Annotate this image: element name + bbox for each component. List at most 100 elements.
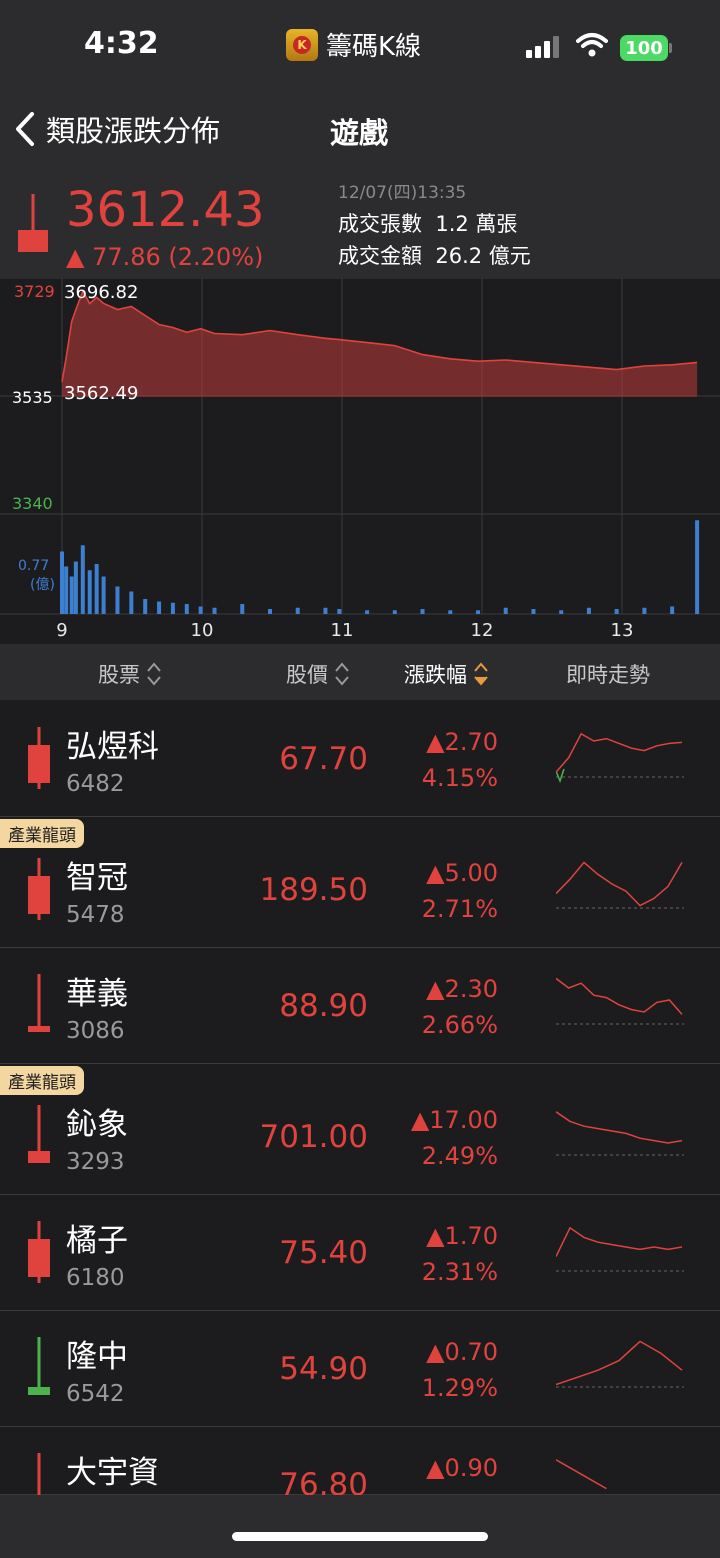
candle-icon <box>28 1105 50 1163</box>
trend-sparkline <box>556 1111 684 1156</box>
volume-bar <box>531 609 536 614</box>
back-button[interactable]: 類股漲跌分佈 <box>14 108 220 150</box>
trend-sparkline <box>556 977 684 1025</box>
stock-row[interactable]: 隆中 6542 54.90 ▲0.70 1.29% <box>0 1311 720 1427</box>
page-title: 遊戲 <box>330 116 389 150</box>
volume-bar <box>365 610 370 614</box>
stock-name: 弘煜科 <box>66 729 159 765</box>
volume-bar <box>184 604 189 614</box>
volume-bar <box>268 609 272 614</box>
stock-row[interactable]: 橘子 6180 75.40 ▲1.70 2.31% <box>0 1195 720 1311</box>
volume-bar <box>87 570 92 614</box>
y-label-high: 3729 <box>14 282 55 301</box>
status-time: 4:32 <box>84 26 159 61</box>
volume-bar <box>420 609 425 614</box>
volume-max-label: 0.77 <box>18 558 49 574</box>
volume-bar <box>64 566 69 614</box>
volume-value: 1.2 萬張 <box>435 212 518 236</box>
stock-price: 88.90 <box>279 988 368 1024</box>
stock-change-pct: 2.71% <box>421 895 498 923</box>
trend-sparkline <box>556 1226 684 1272</box>
sort-icon <box>335 662 349 686</box>
x-tick-label: 13 <box>611 620 634 641</box>
volume-bar <box>695 520 700 614</box>
status-bar: 4:32 K 籌碼K線 100 <box>0 0 720 90</box>
x-tick-label: 12 <box>471 620 494 641</box>
x-tick-label: 9 <box>56 620 67 641</box>
stock-change: ▲0.70 <box>426 1338 498 1366</box>
volume-bar <box>337 609 342 614</box>
stock-change-pct: 2.31% <box>421 1258 498 1286</box>
stock-table-header: 股票 股價 漲跌幅 即時走勢 <box>0 644 720 700</box>
stock-name: 橘子 <box>66 1223 128 1259</box>
stock-code: 3293 <box>66 1149 125 1175</box>
trend-sparkline <box>556 1340 684 1388</box>
stock-row[interactable]: 華義 3086 88.90 ▲2.30 2.66% <box>0 948 720 1064</box>
app-logo-icon: K <box>286 28 318 61</box>
stock-code: 3086 <box>66 1018 125 1044</box>
stock-change-pct: 2.49% <box>421 1142 498 1170</box>
stock-name: 智冠 <box>66 860 128 896</box>
volume-bar <box>448 610 453 614</box>
header-price[interactable]: 股價 <box>286 659 350 689</box>
stock-price: 701.00 <box>259 1119 368 1155</box>
header-stock[interactable]: 股票 <box>98 659 162 689</box>
stock-change: ▲2.30 <box>426 975 498 1003</box>
stock-change: ▲0.90 <box>426 1454 498 1482</box>
volume-bar <box>198 606 203 614</box>
volume-label: 成交張數 <box>338 212 422 236</box>
volume-bar <box>69 576 74 614</box>
back-label: 類股漲跌分佈 <box>46 114 221 148</box>
y-label-mid: 3535 <box>12 388 53 407</box>
industry-leader-badge: 產業龍頭 <box>0 819 84 848</box>
volume-bar <box>476 610 480 614</box>
stock-change-pct: 4.15% <box>421 764 498 792</box>
index-quote-panel: 3612.43 ▲ 77.86 (2.20%) 12/07(四)13:35 成交… <box>0 168 720 278</box>
sort-active-icon <box>474 662 488 686</box>
home-indicator[interactable] <box>232 1532 488 1541</box>
app-indicator: K 籌碼K線 <box>286 26 421 63</box>
stock-row[interactable]: 產業龍頭 鈊象 3293 701.00 ▲17.00 2.49% <box>0 1064 720 1195</box>
y-label-low: 3340 <box>12 494 53 513</box>
trend-sparkline <box>556 861 684 909</box>
amount-row: 成交金額 26.2 億元 <box>338 240 531 270</box>
stock-row[interactable]: 產業龍頭 智冠 5478 189.50 ▲5.00 2.71% <box>0 817 720 948</box>
intraday-chart[interactable]: 3729 3696.82 3535 3562.49 3340 0.77 (億) 9 10 11 12… <box>0 278 720 642</box>
sort-icon <box>147 662 161 686</box>
volume-bar <box>60 551 64 614</box>
stock-price: 54.90 <box>279 1351 368 1387</box>
index-candle-icon <box>18 194 48 252</box>
volume-bar <box>157 601 162 614</box>
candle-icon <box>28 974 50 1032</box>
navigation-bar: 類股漲跌分佈 遊戲 <box>0 90 720 168</box>
wifi-icon <box>576 33 608 57</box>
header-change-pct[interactable]: 漲跌幅 <box>404 659 489 689</box>
bottom-safe-area <box>0 1495 720 1558</box>
x-tick-label: 11 <box>331 620 354 641</box>
header-trend: 即時走勢 <box>566 663 650 687</box>
volume-unit-label: (億) <box>30 577 55 593</box>
price-high-label: 3696.82 <box>64 282 138 303</box>
stock-change: ▲17.00 <box>410 1106 498 1134</box>
volume-bar <box>642 607 647 614</box>
volume-bar <box>129 591 134 614</box>
volume-bar <box>240 604 245 614</box>
volume-bar <box>170 602 175 614</box>
battery-icon: 100 <box>620 35 668 61</box>
volume-bar <box>212 607 217 614</box>
stock-code: 5478 <box>66 902 125 928</box>
index-value: 3612.43 <box>66 182 265 238</box>
stock-row[interactable]: 弘煜科 6482 67.70 ▲2.70 4.15% <box>0 701 720 817</box>
stock-code: 6542 <box>66 1381 125 1407</box>
candle-icon <box>28 858 50 920</box>
stock-price: 67.70 <box>279 741 368 777</box>
stock-code: 6180 <box>66 1265 125 1291</box>
intraday-chart-svg: 3729 3696.82 3535 3562.49 3340 0.77 (億) 9 10 11 12… <box>0 278 720 641</box>
volume-bar <box>392 610 397 614</box>
battery-tip <box>669 43 672 53</box>
stock-change: ▲1.70 <box>426 1222 498 1250</box>
volume-row: 成交張數 1.2 萬張 <box>338 208 517 238</box>
volume-bar <box>670 606 675 614</box>
index-change: ▲ 77.86 (2.20%) <box>66 243 264 271</box>
stock-row[interactable]: 大宇資 76.80 ▲0.90 <box>0 1427 720 1511</box>
